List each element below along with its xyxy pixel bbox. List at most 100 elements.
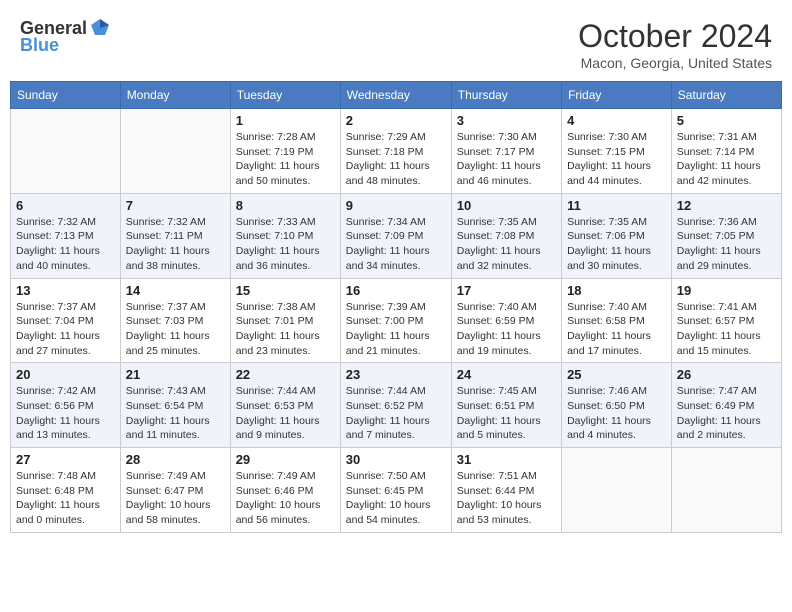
day-number: 25 (567, 367, 666, 382)
daylight-text: Daylight: 11 hours and 9 minutes. (236, 415, 320, 442)
calendar-cell: 25Sunrise: 7:46 AMSunset: 6:50 PMDayligh… (562, 363, 672, 448)
daylight-text: Daylight: 11 hours and 11 minutes. (126, 415, 210, 442)
sunrise-text: Sunrise: 7:30 AM (567, 131, 647, 143)
calendar-cell: 12Sunrise: 7:36 AMSunset: 7:05 PMDayligh… (671, 193, 781, 278)
day-info: Sunrise: 7:40 AMSunset: 6:58 PMDaylight:… (567, 300, 666, 359)
sunset-text: Sunset: 6:52 PM (346, 400, 424, 412)
sunset-text: Sunset: 7:10 PM (236, 230, 314, 242)
calendar-cell: 11Sunrise: 7:35 AMSunset: 7:06 PMDayligh… (562, 193, 672, 278)
day-number: 2 (346, 113, 446, 128)
day-info: Sunrise: 7:30 AMSunset: 7:17 PMDaylight:… (457, 130, 556, 189)
day-info: Sunrise: 7:50 AM Sunset: 6:45 PM Daylight:… (346, 469, 446, 528)
sunset-text: Sunset: 7:00 PM (346, 315, 424, 327)
calendar-cell: 13Sunrise: 7:37 AMSunset: 7:04 PMDayligh… (11, 278, 121, 363)
sunset-text: Sunset: 6:48 PM (16, 485, 94, 497)
daylight-text: Daylight: 11 hours and 13 minutes. (16, 415, 100, 442)
calendar-cell: 5Sunrise: 7:31 AMSunset: 7:14 PMDaylight… (671, 109, 781, 194)
sunset-text: Sunset: 7:04 PM (16, 315, 94, 327)
calendar-cell: 27 Sunrise: 7:48 AMSunset: 6:48 PMDayligh… (11, 448, 121, 533)
sunset-text: Sunset: 7:17 PM (457, 146, 535, 158)
daylight-text: Daylight: 11 hours and 50 minutes. (236, 160, 320, 187)
month-title: October 2024 (578, 18, 772, 55)
calendar-cell: 4Sunrise: 7:30 AMSunset: 7:15 PMDaylight… (562, 109, 672, 194)
calendar-cell (11, 109, 121, 194)
calendar-cell: 30 Sunrise: 7:50 AM Sunset: 6:45 PM Dayligh… (340, 448, 451, 533)
day-number: 13 (16, 283, 115, 298)
sunset-text: Sunset: 7:05 PM (677, 230, 755, 242)
daylight-text: Daylight: 10 hours and 56 minutes. (236, 499, 321, 526)
daylight-text: Daylight: 11 hours and 42 minutes. (677, 160, 761, 187)
sunrise-text: Sunrise: 7:29 AM (346, 131, 426, 143)
sunrise-text: Sunrise: 7:45 AM (457, 385, 537, 397)
daylight-text: Daylight: 11 hours and 5 minutes. (457, 415, 541, 442)
day-info: Sunrise: 7:41 AMSunset: 6:57 PMDaylight:… (677, 300, 776, 359)
sunrise-text: Sunrise: 7:30 AM (457, 131, 537, 143)
location: Macon, Georgia, United States (578, 55, 772, 71)
calendar-cell: 18 Sunrise: 7:40 AMSunset: 6:58 PMDayligh… (562, 278, 672, 363)
sunset-text: Sunset: 7:15 PM (567, 146, 645, 158)
calendar-cell: 22Sunrise: 7:44 AMSunset: 6:53 PMDayligh… (230, 363, 340, 448)
calendar-cell: 9Sunrise: 7:34 AMSunset: 7:09 PMDaylight… (340, 193, 451, 278)
calendar-cell: 28Sunrise: 7:49 AMSunset: 6:47 PMDayligh… (120, 448, 230, 533)
col-header-thursday: Thursday (451, 82, 561, 109)
sunrise-text: Sunrise: 7:31 AM (677, 131, 757, 143)
sunset-text: Sunset: 6:49 PM (677, 400, 755, 412)
sunset-text: Sunset: 6:46 PM (236, 485, 314, 497)
calendar-cell: 17Sunrise: 7:40 AMSunset: 6:59 PMDayligh… (451, 278, 561, 363)
calendar-week-1: 1Sunrise: 7:28 AMSunset: 7:19 PMDaylight… (11, 109, 782, 194)
sunrise-text: Sunrise: 7:32 AM (16, 216, 96, 228)
daylight-text: Daylight: 10 hours and 54 minutes. (346, 499, 431, 526)
day-info: Sunrise: 7:28 AM Sunset: 7:19 PM Daylight:… (236, 130, 335, 189)
calendar-cell: 16 Sunrise: 7:39 AMSunset: 7:00 PMDayligh… (340, 278, 451, 363)
calendar-week-2: 6Sunrise: 7:32 AMSunset: 7:13 PMDaylight… (11, 193, 782, 278)
logo-flag-icon (89, 17, 111, 39)
day-number: 12 (677, 198, 776, 213)
daylight-text: Daylight: 11 hours and 0 minutes. (16, 499, 100, 526)
calendar-cell: 26Sunrise: 7:47 AMSunset: 6:49 PMDayligh… (671, 363, 781, 448)
daylight-text: Daylight: 11 hours and 2 minutes. (677, 415, 761, 442)
day-number: 16 (346, 283, 446, 298)
day-number: 14 (126, 283, 225, 298)
day-number: 7 (126, 198, 225, 213)
sunset-text: Sunset: 6:56 PM (16, 400, 94, 412)
daylight-text: Daylight: 11 hours and 38 minutes. (126, 245, 210, 272)
sunset-text: Sunset: 6:57 PM (677, 315, 755, 327)
day-number: 6 (16, 198, 115, 213)
sunset-text: Sunset: 7:09 PM (346, 230, 424, 242)
calendar-cell: 8Sunrise: 7:33 AMSunset: 7:10 PMDaylight… (230, 193, 340, 278)
sunset-text: Sunset: 6:47 PM (126, 485, 204, 497)
sunrise-text: Sunrise: 7:43 AM (126, 385, 206, 397)
day-number: 27 (16, 452, 115, 467)
day-info: Sunrise: 7:49 AMSunset: 6:47 PMDaylight:… (126, 469, 225, 528)
day-info: Sunrise: 7:39 AMSunset: 7:00 PMDaylight:… (346, 300, 446, 359)
day-number: 24 (457, 367, 556, 382)
sunset-text: Sunset: 6:51 PM (457, 400, 535, 412)
sunrise-text: Sunrise: 7:50 AM (346, 470, 426, 482)
day-number: 18 (567, 283, 666, 298)
calendar-cell: 29Sunrise: 7:49 AMSunset: 6:46 PMDayligh… (230, 448, 340, 533)
sunset-text: Sunset: 6:44 PM (457, 485, 535, 497)
daylight-text: Daylight: 11 hours and 7 minutes. (346, 415, 430, 442)
sunset-text: Sunset: 6:58 PM (567, 315, 645, 327)
sunrise-text: Sunrise: 7:49 AM (126, 470, 206, 482)
calendar-cell: 1Sunrise: 7:28 AMSunset: 7:19 PMDaylight… (230, 109, 340, 194)
day-info: Sunrise: 7:48 AMSunset: 6:48 PMDaylight:… (16, 469, 115, 528)
sunrise-text: Sunrise: 7:28 AM (236, 131, 316, 143)
sunrise-text: Sunrise: 7:37 AM (16, 301, 96, 313)
day-number: 8 (236, 198, 335, 213)
day-number: 30 (346, 452, 446, 467)
day-number: 4 (567, 113, 666, 128)
day-number: 23 (346, 367, 446, 382)
sunset-text: Sunset: 6:45 PM (346, 485, 424, 497)
day-number: 3 (457, 113, 556, 128)
day-number: 5 (677, 113, 776, 128)
day-info: Sunrise: 7:37 AMSunset: 7:03 PMDaylight:… (126, 300, 225, 359)
sunrise-text: Sunrise: 7:42 AM (16, 385, 96, 397)
sunset-text: Sunset: 7:19 PM (236, 146, 314, 158)
calendar-cell: 15Sunrise: 7:38 AMSunset: 7:01 PMDayligh… (230, 278, 340, 363)
sunset-text: Sunset: 7:01 PM (236, 315, 314, 327)
sunrise-text: Sunrise: 7:44 AM (236, 385, 316, 397)
day-number: 11 (567, 198, 666, 213)
col-header-tuesday: Tuesday (230, 82, 340, 109)
col-header-sunday: Sunday (11, 82, 121, 109)
